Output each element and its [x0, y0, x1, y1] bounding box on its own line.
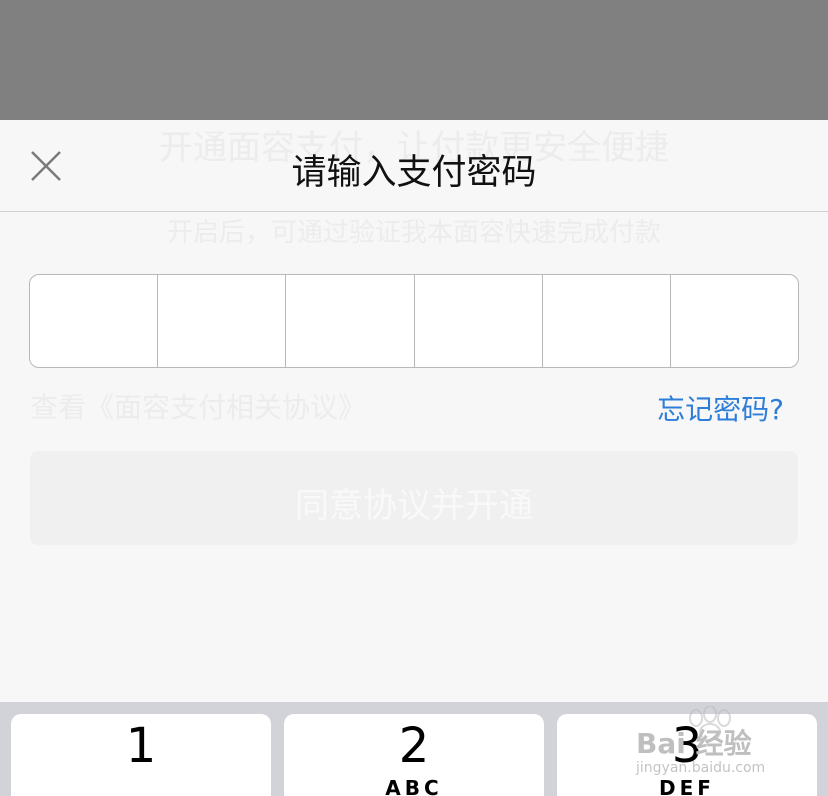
pin-digit-6[interactable] [671, 275, 798, 367]
background-subtitle: 开启后，可通过验证我本面容快速完成付款 [166, 218, 661, 248]
screen: 开通面容支付，让付款更安全便捷 开启后，可通过验证我本面容快速完成付款 查看《面… [0, 0, 828, 796]
key-2[interactable]: 2 ABC [284, 714, 544, 796]
pin-digit-1[interactable] [30, 275, 159, 367]
watermark-brand: Bai 经验 [636, 727, 752, 760]
pin-digit-2[interactable] [158, 275, 287, 367]
sheet-header: 请输入支付密码 [0, 120, 828, 212]
watermark-url: jingyan.baidu.com [636, 760, 766, 776]
pin-digit-3[interactable] [286, 275, 415, 367]
pin-digit-4[interactable] [415, 275, 543, 367]
key-1-number: 1 [125, 718, 157, 774]
sheet-title: 请输入支付密码 [291, 153, 537, 193]
agreement-link: 查看《面容支付相关协议》 [30, 391, 367, 424]
key-1[interactable]: 1 [11, 714, 271, 796]
password-sheet: 开通面容支付，让付款更安全便捷 开启后，可通过验证我本面容快速完成付款 查看《面… [0, 120, 828, 702]
key-2-letters: ABC [385, 776, 443, 796]
forgot-password-link[interactable]: 忘记密码? [657, 388, 784, 428]
pin-input[interactable] [29, 274, 799, 368]
agree-button-label: 同意协议并开通 [295, 486, 533, 526]
key-2-number: 2 [398, 718, 430, 774]
pin-digit-5[interactable] [543, 275, 671, 367]
face-id-frame-icon [314, 0, 514, 41]
